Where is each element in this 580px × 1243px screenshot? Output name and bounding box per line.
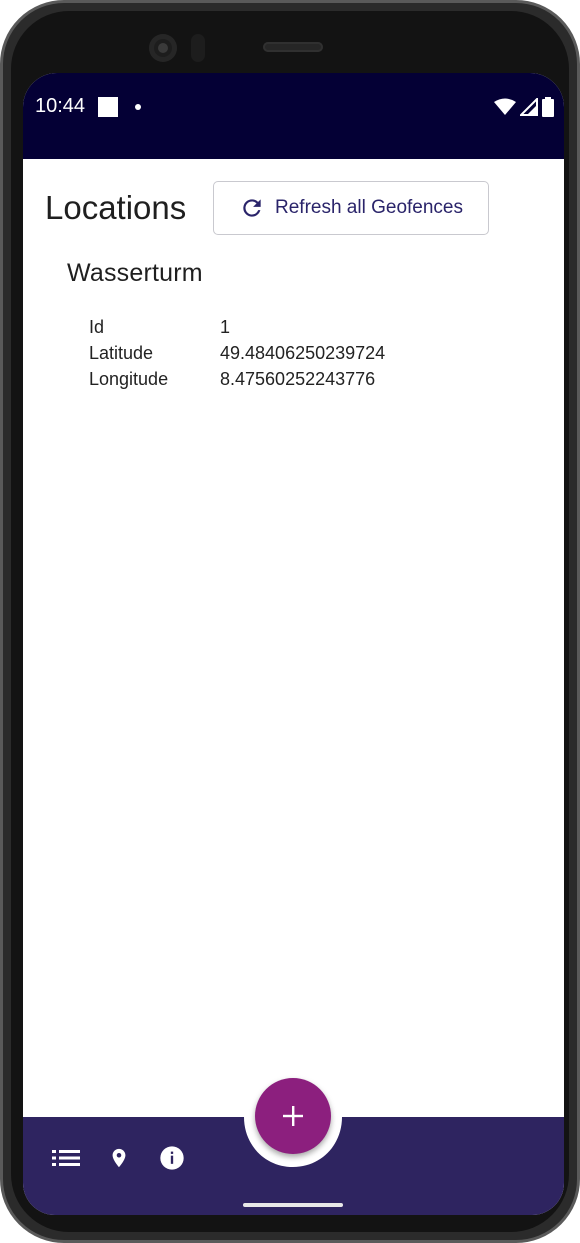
detail-value: 8.47560252243776 — [220, 369, 376, 389]
detail-key: Longitude — [89, 369, 169, 389]
add-location-button[interactable] — [255, 1078, 331, 1154]
location-pin-icon[interactable] — [104, 1143, 134, 1173]
front-camera — [149, 34, 177, 62]
detail-value: 49.48406250239724 — [220, 343, 386, 363]
plus-icon — [283, 1106, 303, 1126]
location-details: Id 1 Latitude 49.48406250239724 Longitud… — [89, 314, 385, 392]
refresh-button-label: Refresh all Geofences — [275, 197, 463, 218]
status-icons — [494, 97, 554, 117]
detail-key: Id — [89, 317, 105, 337]
app-screen: 10:44 Locations Refresh all Geofences Wa… — [23, 73, 564, 1215]
location-name: Wasserturm — [67, 259, 203, 287]
detail-row-longitude: Longitude 8.47560252243776 — [89, 366, 385, 392]
home-indicator[interactable] — [243, 1203, 343, 1207]
detail-row-latitude: Latitude 49.48406250239724 — [89, 340, 385, 366]
phone-frame: 10:44 Locations Refresh all Geofences Wa… — [0, 0, 580, 1243]
page-title: Locations — [45, 189, 187, 226]
battery-icon — [542, 97, 554, 117]
list-icon[interactable] — [51, 1143, 81, 1173]
dot-icon — [135, 104, 141, 110]
refresh-icon — [239, 195, 265, 221]
info-icon[interactable] — [157, 1143, 187, 1173]
status-time: 10:44 — [35, 95, 86, 117]
detail-value: 1 — [220, 317, 231, 337]
refresh-geofences-button[interactable]: Refresh all Geofences — [213, 181, 489, 235]
earpiece-speaker — [263, 42, 323, 52]
notification-square-icon — [98, 97, 118, 117]
proximity-sensor — [191, 34, 205, 62]
status-bar: 10:44 — [23, 73, 564, 159]
location-card: Wasserturm Id 1 Latitude 49.484062502397… — [67, 259, 527, 392]
detail-row-id: Id 1 — [89, 314, 385, 340]
detail-key: Latitude — [89, 343, 154, 363]
wifi-icon — [494, 98, 516, 115]
signal-icon — [520, 98, 538, 116]
